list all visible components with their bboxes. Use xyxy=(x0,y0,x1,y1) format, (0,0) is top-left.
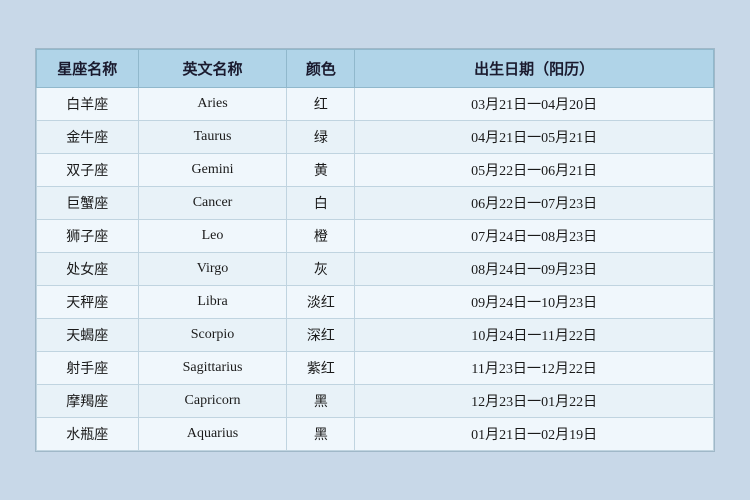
cell-english-name: Aquarius xyxy=(138,418,287,451)
table-row: 双子座Gemini黄05月22日一06月21日 xyxy=(37,154,714,187)
cell-date: 12月23日一01月22日 xyxy=(355,385,714,418)
header-english: 英文名称 xyxy=(138,50,287,88)
cell-zodiac-name: 处女座 xyxy=(37,253,139,286)
cell-zodiac-name: 白羊座 xyxy=(37,88,139,121)
cell-date: 01月21日一02月19日 xyxy=(355,418,714,451)
cell-color: 橙 xyxy=(287,220,355,253)
cell-zodiac-name: 天秤座 xyxy=(37,286,139,319)
cell-color: 紫红 xyxy=(287,352,355,385)
cell-english-name: Scorpio xyxy=(138,319,287,352)
header-date: 出生日期（阳历） xyxy=(355,50,714,88)
cell-zodiac-name: 巨蟹座 xyxy=(37,187,139,220)
cell-date: 08月24日一09月23日 xyxy=(355,253,714,286)
cell-color: 深红 xyxy=(287,319,355,352)
cell-color: 黄 xyxy=(287,154,355,187)
zodiac-table-container: 星座名称 英文名称 颜色 出生日期（阳历） 白羊座Aries红03月21日一04… xyxy=(35,48,715,452)
table-row: 巨蟹座Cancer白06月22日一07月23日 xyxy=(37,187,714,220)
cell-english-name: Taurus xyxy=(138,121,287,154)
cell-zodiac-name: 摩羯座 xyxy=(37,385,139,418)
cell-zodiac-name: 狮子座 xyxy=(37,220,139,253)
cell-english-name: Leo xyxy=(138,220,287,253)
cell-color: 黑 xyxy=(287,385,355,418)
cell-color: 黑 xyxy=(287,418,355,451)
cell-english-name: Capricorn xyxy=(138,385,287,418)
cell-date: 03月21日一04月20日 xyxy=(355,88,714,121)
table-header-row: 星座名称 英文名称 颜色 出生日期（阳历） xyxy=(37,50,714,88)
cell-english-name: Aries xyxy=(138,88,287,121)
cell-date: 09月24日一10月23日 xyxy=(355,286,714,319)
cell-date: 04月21日一05月21日 xyxy=(355,121,714,154)
cell-color: 绿 xyxy=(287,121,355,154)
cell-english-name: Cancer xyxy=(138,187,287,220)
cell-english-name: Libra xyxy=(138,286,287,319)
cell-color: 淡红 xyxy=(287,286,355,319)
zodiac-table: 星座名称 英文名称 颜色 出生日期（阳历） 白羊座Aries红03月21日一04… xyxy=(36,49,714,451)
header-color: 颜色 xyxy=(287,50,355,88)
cell-date: 06月22日一07月23日 xyxy=(355,187,714,220)
header-name: 星座名称 xyxy=(37,50,139,88)
table-row: 处女座Virgo灰08月24日一09月23日 xyxy=(37,253,714,286)
table-row: 天秤座Libra淡红09月24日一10月23日 xyxy=(37,286,714,319)
cell-english-name: Virgo xyxy=(138,253,287,286)
cell-date: 07月24日一08月23日 xyxy=(355,220,714,253)
cell-zodiac-name: 金牛座 xyxy=(37,121,139,154)
cell-zodiac-name: 射手座 xyxy=(37,352,139,385)
table-row: 射手座Sagittarius紫红11月23日一12月22日 xyxy=(37,352,714,385)
table-body: 白羊座Aries红03月21日一04月20日金牛座Taurus绿04月21日一0… xyxy=(37,88,714,451)
cell-color: 白 xyxy=(287,187,355,220)
cell-zodiac-name: 双子座 xyxy=(37,154,139,187)
table-row: 金牛座Taurus绿04月21日一05月21日 xyxy=(37,121,714,154)
table-row: 摩羯座Capricorn黑12月23日一01月22日 xyxy=(37,385,714,418)
cell-zodiac-name: 水瓶座 xyxy=(37,418,139,451)
cell-date: 10月24日一11月22日 xyxy=(355,319,714,352)
cell-date: 11月23日一12月22日 xyxy=(355,352,714,385)
cell-english-name: Sagittarius xyxy=(138,352,287,385)
cell-zodiac-name: 天蝎座 xyxy=(37,319,139,352)
cell-color: 灰 xyxy=(287,253,355,286)
table-row: 水瓶座Aquarius黑01月21日一02月19日 xyxy=(37,418,714,451)
cell-english-name: Gemini xyxy=(138,154,287,187)
table-row: 狮子座Leo橙07月24日一08月23日 xyxy=(37,220,714,253)
cell-color: 红 xyxy=(287,88,355,121)
table-row: 天蝎座Scorpio深红10月24日一11月22日 xyxy=(37,319,714,352)
cell-date: 05月22日一06月21日 xyxy=(355,154,714,187)
table-row: 白羊座Aries红03月21日一04月20日 xyxy=(37,88,714,121)
